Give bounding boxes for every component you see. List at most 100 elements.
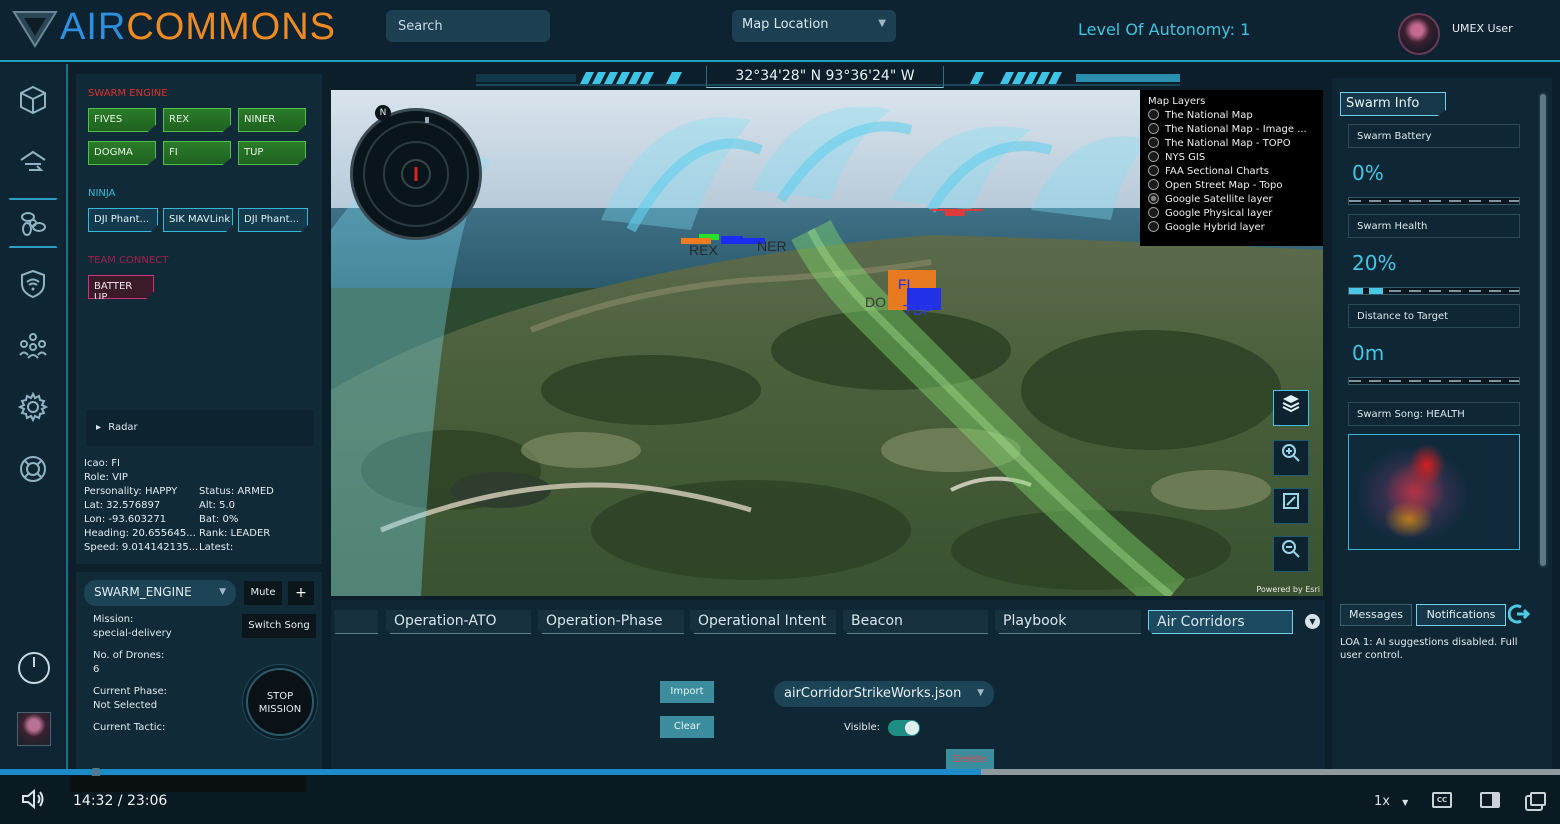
user-name: UMEX User bbox=[1452, 22, 1513, 35]
lifebuoy-icon[interactable] bbox=[17, 453, 49, 485]
chevron-right-icon: ▸ bbox=[96, 422, 102, 433]
scrollbar-thumb[interactable] bbox=[1540, 94, 1546, 566]
team-group-icon[interactable] bbox=[17, 329, 49, 361]
gear-icon[interactable] bbox=[17, 391, 49, 423]
mute-button[interactable]: Mute bbox=[244, 581, 282, 605]
swarm-btn-tup[interactable]: TUP bbox=[238, 141, 306, 165]
info-lat: Lat: 32.576897 bbox=[84, 500, 161, 511]
layer-option[interactable]: The National Map - TOPO bbox=[1148, 137, 1315, 151]
tab-beacon[interactable]: Beacon bbox=[843, 610, 988, 634]
ninja-btn-sik-mavlink[interactable]: SIK MAVLink bbox=[163, 208, 233, 232]
radio-icon bbox=[1148, 123, 1159, 134]
zoom-in-button[interactable] bbox=[1273, 440, 1309, 476]
drones-label: No. of Drones: bbox=[93, 650, 165, 661]
cube-icon[interactable] bbox=[17, 84, 49, 116]
layer-label: Google Hybrid layer bbox=[1165, 222, 1265, 233]
visible-toggle[interactable] bbox=[888, 720, 920, 736]
captions-icon[interactable]: CC bbox=[1432, 792, 1452, 808]
tab-playbook[interactable]: Playbook bbox=[995, 610, 1141, 634]
coordinate-readout: 32°34'28" N 93°36'24" W bbox=[706, 66, 944, 88]
swarm-engine-label: SWARM ENGINE bbox=[88, 88, 168, 99]
corridor-file-select[interactable]: airCorridorStrikeWorks.json ▼ bbox=[774, 681, 994, 707]
stop-mission-button[interactable]: STOP MISSION bbox=[246, 668, 314, 736]
power-icon[interactable] bbox=[17, 651, 50, 684]
radio-icon bbox=[1148, 109, 1159, 120]
volume-icon[interactable] bbox=[20, 788, 46, 815]
swarm-select[interactable]: SWARM_ENGINE ▼ bbox=[84, 580, 236, 606]
drone-red-marker[interactable] bbox=[931, 206, 983, 216]
add-button[interactable]: + bbox=[288, 581, 314, 605]
team-btn-batter-up[interactable]: BATTER UP bbox=[88, 275, 154, 299]
swarm-battery-bar bbox=[1348, 197, 1520, 205]
ninja-btn-dji-1[interactable]: DJI Phant... bbox=[88, 208, 158, 232]
map-location-label: Map Location bbox=[742, 17, 829, 32]
layers-button[interactable] bbox=[1273, 390, 1309, 426]
expand-icon bbox=[1283, 493, 1299, 509]
map-compass[interactable]: N bbox=[350, 105, 482, 240]
swarm-health-value: 20% bbox=[1352, 251, 1397, 275]
radar-toggle[interactable]: ▸ Radar bbox=[86, 410, 314, 446]
layer-option[interactable]: Open Street Map - Topo bbox=[1148, 179, 1315, 193]
map-layers-title: Map Layers bbox=[1148, 96, 1206, 107]
messages-tab[interactable]: Messages bbox=[1340, 604, 1412, 626]
shield-wifi-icon[interactable] bbox=[17, 268, 49, 300]
swarm-btn-dogma[interactable]: DOGMA bbox=[88, 141, 156, 165]
swarm-btn-niner[interactable]: NINER bbox=[238, 108, 306, 132]
search-input[interactable] bbox=[386, 10, 550, 42]
logo-commons: COMMONS bbox=[126, 6, 337, 48]
layer-option[interactable]: Google Hybrid layer bbox=[1148, 221, 1315, 235]
tab-operation-ato[interactable]: Operation-ATO bbox=[386, 610, 531, 634]
layer-label: The National Map - Image ... bbox=[1165, 124, 1307, 135]
chevron-down-icon: ▼ bbox=[977, 688, 984, 698]
delete-button[interactable]: Delete bbox=[946, 749, 994, 771]
ninja-label: NINJA bbox=[88, 188, 116, 199]
zoom-out-button[interactable] bbox=[1273, 536, 1309, 572]
tab-operational-intent[interactable]: Operational Intent bbox=[690, 610, 836, 634]
radio-icon bbox=[1148, 207, 1159, 218]
map-location-select[interactable]: Map Location ▼ bbox=[732, 10, 896, 42]
video-progress-fill bbox=[0, 769, 982, 775]
zoom-out-icon bbox=[1282, 540, 1300, 558]
layer-label: Google Satellite layer bbox=[1165, 194, 1273, 205]
swarm-health-bar bbox=[1348, 287, 1520, 295]
layer-label: The National Map bbox=[1165, 110, 1253, 121]
swarm-btn-fi[interactable]: FI bbox=[163, 141, 231, 165]
tab-partial[interactable] bbox=[334, 610, 378, 634]
layer-option[interactable]: The National Map - Image ... bbox=[1148, 123, 1315, 137]
logout-icon[interactable] bbox=[1507, 603, 1531, 625]
drone-fan-icon[interactable] bbox=[17, 207, 49, 239]
layer-option[interactable]: NYS GIS bbox=[1148, 151, 1315, 165]
picture-in-picture-icon[interactable] bbox=[1530, 792, 1546, 806]
team-connect-label: TEAM CONNECT bbox=[88, 255, 169, 266]
mission-label: Mission: bbox=[93, 614, 134, 625]
sidebar-toggle-icon[interactable] bbox=[1480, 792, 1500, 808]
distance-value: 0m bbox=[1352, 341, 1385, 365]
clear-button[interactable]: Clear bbox=[660, 716, 714, 738]
user-avatar[interactable] bbox=[1398, 13, 1440, 55]
layer-option[interactable]: Google Physical layer bbox=[1148, 207, 1315, 221]
map-layers-panel: Map Layers The National Map The National… bbox=[1140, 90, 1323, 246]
layer-option[interactable]: FAA Sectional Charts bbox=[1148, 165, 1315, 179]
route-arrows-icon[interactable] bbox=[17, 146, 49, 178]
swarm-btn-rex[interactable]: REX bbox=[163, 108, 231, 132]
info-speed: Speed: 9.014142135... bbox=[84, 542, 199, 553]
import-button[interactable]: Import bbox=[660, 681, 714, 703]
switch-song-button[interactable]: Switch Song bbox=[242, 614, 316, 638]
tab-air-corridors[interactable]: Air Corridors bbox=[1148, 610, 1293, 634]
rail-user-avatar[interactable] bbox=[17, 712, 51, 746]
playback-speed-select[interactable]: 1x ▼ bbox=[1374, 794, 1408, 809]
swarm-info-tab[interactable]: Swarm Info bbox=[1340, 92, 1446, 116]
radio-icon bbox=[1148, 221, 1159, 232]
layer-option[interactable]: The National Map bbox=[1148, 109, 1315, 123]
level-of-autonomy: Level Of Autonomy: 1 bbox=[1078, 20, 1251, 39]
ninja-btn-dji-2[interactable]: DJI Phant... bbox=[238, 208, 308, 232]
tab-operation-phase[interactable]: Operation-Phase bbox=[538, 610, 684, 634]
swarm-btn-fives[interactable]: FIVES bbox=[88, 108, 156, 132]
swarm-health-label: Swarm Health bbox=[1348, 214, 1520, 238]
fit-extent-button[interactable] bbox=[1273, 488, 1309, 524]
layer-option[interactable]: Google Satellite layer bbox=[1148, 193, 1315, 207]
chevron-down-icon[interactable]: ▼ bbox=[1305, 614, 1320, 629]
tactic-label: Current Tactic: bbox=[93, 722, 166, 733]
map-attribution: Powered by Esri bbox=[1256, 585, 1320, 594]
notifications-tab[interactable]: Notifications bbox=[1416, 604, 1506, 626]
